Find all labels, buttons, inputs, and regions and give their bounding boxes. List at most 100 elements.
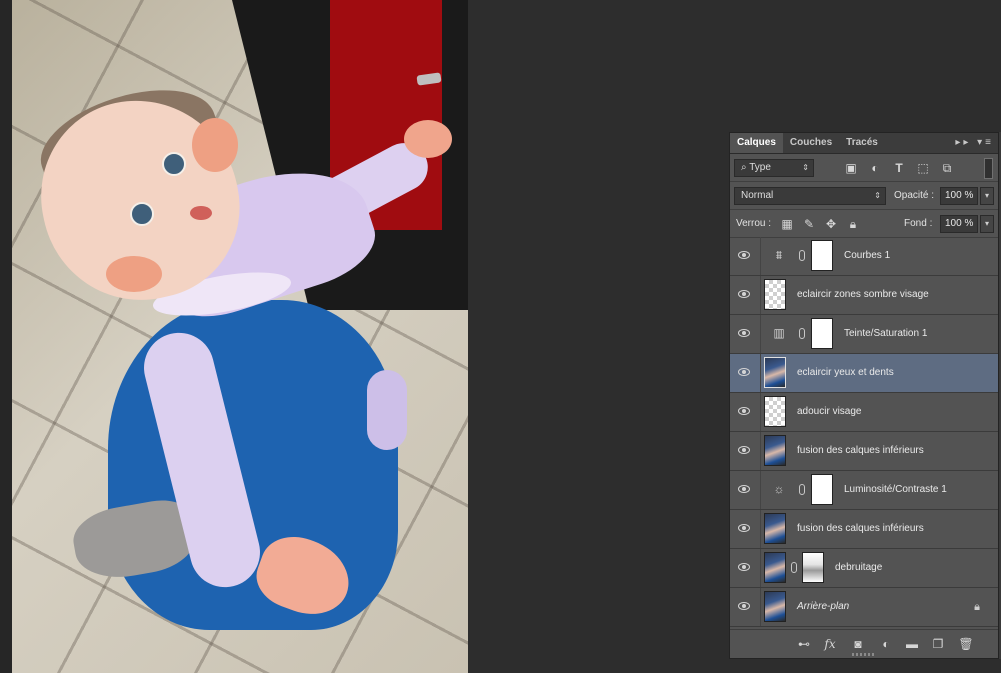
visibility-eye-icon[interactable] <box>738 407 750 415</box>
visibility-eye-icon[interactable] <box>738 563 750 571</box>
layer-name: debruitage <box>835 562 883 573</box>
layer-thumbnail[interactable] <box>764 279 786 310</box>
layer-row[interactable]: adoucir visage <box>730 393 998 432</box>
layer-mask-thumbnail[interactable] <box>811 240 833 271</box>
layer-row[interactable]: eclaircir zones sombre visage <box>730 276 998 315</box>
link-layers-icon[interactable]: ⊷ <box>796 636 812 652</box>
lock-position-icon[interactable]: ✥ <box>824 217 838 231</box>
layer-name: Luminosité/Contraste 1 <box>844 484 947 495</box>
trash-icon[interactable]: 🗑︎ <box>958 636 974 652</box>
divider <box>760 315 761 353</box>
fill-dropdown-arrow[interactable]: ▾ <box>980 215 994 233</box>
layer-thumbnail[interactable] <box>764 513 786 544</box>
child-eye <box>162 152 186 176</box>
child-eye <box>130 202 154 226</box>
divider <box>760 237 761 275</box>
tab-traces[interactable]: Tracés <box>839 133 885 153</box>
layer-row-selected[interactable]: eclaircir yeux et dents <box>730 354 998 393</box>
layer-mask-thumbnail[interactable] <box>802 552 824 583</box>
visibility-eye-icon[interactable] <box>738 251 750 259</box>
layer-row[interactable]: ☼ Luminosité/Contraste 1 <box>730 471 998 510</box>
layer-row[interactable]: debruitage <box>730 549 998 588</box>
lock-transparency-icon[interactable]: ▦ <box>780 217 794 231</box>
filter-toggle[interactable] <box>984 158 993 179</box>
mask-link-icon[interactable] <box>799 250 805 261</box>
layer-name: fusion des calques inférieurs <box>797 523 924 534</box>
divider <box>760 510 761 548</box>
divider <box>760 432 761 470</box>
adjustment-filter-icon[interactable]: ◐ <box>868 161 882 175</box>
new-adjustment-icon[interactable]: ◐ <box>878 636 894 652</box>
new-group-icon[interactable]: ▬ <box>904 636 920 652</box>
panel-tabs: Calques Couches Tracés ▸▸ ▾≡ <box>730 133 998 154</box>
layer-name: fusion des calques inférieurs <box>797 445 924 456</box>
layer-row[interactable]: ▥ Teinte/Saturation 1 <box>730 315 998 354</box>
layer-thumbnail[interactable] <box>764 396 786 427</box>
filter-row: ⌕ Type ⇕ ▣ ◐ T ⬚ ⧉ <box>730 154 998 182</box>
layer-mask-thumbnail[interactable] <box>811 474 833 505</box>
blend-row: Normal ⇕ Opacité : 100 % ▾ <box>730 182 998 210</box>
lock-all-icon[interactable]: 🔒︎ <box>846 217 860 231</box>
divider <box>760 471 761 509</box>
opacity-input[interactable]: 100 % <box>940 187 978 205</box>
updown-arrow-icon: ⇕ <box>802 163 809 172</box>
panel-menu-icon[interactable]: ▸▸ ▾≡ <box>955 133 994 153</box>
layer-kind-filter[interactable]: ⌕ Type ⇕ <box>734 159 814 177</box>
layer-row[interactable]: ⩩ Courbes 1 <box>730 237 998 276</box>
shape-filter-icon[interactable]: ⬚ <box>916 161 930 175</box>
layer-row[interactable]: fusion des calques inférieurs <box>730 510 998 549</box>
add-mask-icon[interactable]: ◙ <box>850 636 866 652</box>
new-layer-icon[interactable]: ❐ <box>930 636 946 652</box>
layer-row[interactable]: fusion des calques inférieurs <box>730 432 998 471</box>
lock-label: Verrou : <box>736 218 772 229</box>
divider <box>760 354 761 392</box>
layer-kind-label: Type <box>749 162 771 173</box>
layers-panel: Calques Couches Tracés ▸▸ ▾≡ ⌕ Type ⇕ ▣ … <box>729 132 999 659</box>
visibility-eye-icon[interactable] <box>738 602 750 610</box>
resize-grip[interactable] <box>852 653 876 656</box>
mask-link-icon[interactable] <box>799 484 805 495</box>
updown-arrow-icon: ⇕ <box>874 191 881 200</box>
layer-mask-thumbnail[interactable] <box>811 318 833 349</box>
layer-thumbnail[interactable] <box>764 435 786 466</box>
child-ear-left <box>106 256 162 292</box>
opacity-dropdown-arrow[interactable]: ▾ <box>980 187 994 205</box>
image-filter-icon[interactable]: ▣ <box>844 161 858 175</box>
tab-calques[interactable]: Calques <box>730 133 783 153</box>
layer-thumbnail[interactable] <box>764 357 786 388</box>
lock-row: Verrou : ▦ ✎ ✥ 🔒︎ Fond : 100 % ▾ <box>730 210 998 238</box>
layer-thumbnail[interactable] <box>764 552 786 583</box>
fill-label: Fond : <box>904 218 933 229</box>
fx-icon[interactable]: fx <box>822 636 838 652</box>
mask-link-icon[interactable] <box>799 328 805 339</box>
layer-thumbnail[interactable] <box>764 591 786 622</box>
text-filter-icon[interactable]: T <box>892 161 906 175</box>
smart-object-filter-icon[interactable]: ⧉ <box>940 161 954 175</box>
lock-pixels-icon[interactable]: ✎ <box>802 217 816 231</box>
opacity-label: Opacité : <box>894 190 935 201</box>
visibility-eye-icon[interactable] <box>738 368 750 376</box>
visibility-eye-icon[interactable] <box>738 446 750 454</box>
lock-icon: 🔒︎ <box>974 601 980 613</box>
divider <box>760 588 761 626</box>
blend-mode-select[interactable]: Normal ⇕ <box>734 187 886 205</box>
divider <box>760 549 761 587</box>
blend-mode-value: Normal <box>741 190 774 201</box>
visibility-eye-icon[interactable] <box>738 524 750 532</box>
visibility-eye-icon[interactable] <box>738 290 750 298</box>
document-canvas[interactable] <box>12 0 468 673</box>
child-mouth <box>190 206 212 220</box>
visibility-eye-icon[interactable] <box>738 485 750 493</box>
divider <box>760 393 761 431</box>
layer-name: adoucir visage <box>797 406 862 417</box>
layer-name: Courbes 1 <box>844 250 891 261</box>
visibility-eye-icon[interactable] <box>738 329 750 337</box>
layer-name: Teinte/Saturation 1 <box>844 328 928 339</box>
tab-couches[interactable]: Couches <box>783 133 839 153</box>
fill-input[interactable]: 100 % <box>940 215 978 233</box>
curves-icon: ⩩ <box>775 248 783 262</box>
layer-row[interactable]: Arrière-plan 🔒︎ <box>730 588 998 627</box>
hue-saturation-icon: ▥ <box>773 326 785 340</box>
mask-link-icon[interactable] <box>791 562 797 573</box>
child-leg <box>367 370 407 450</box>
